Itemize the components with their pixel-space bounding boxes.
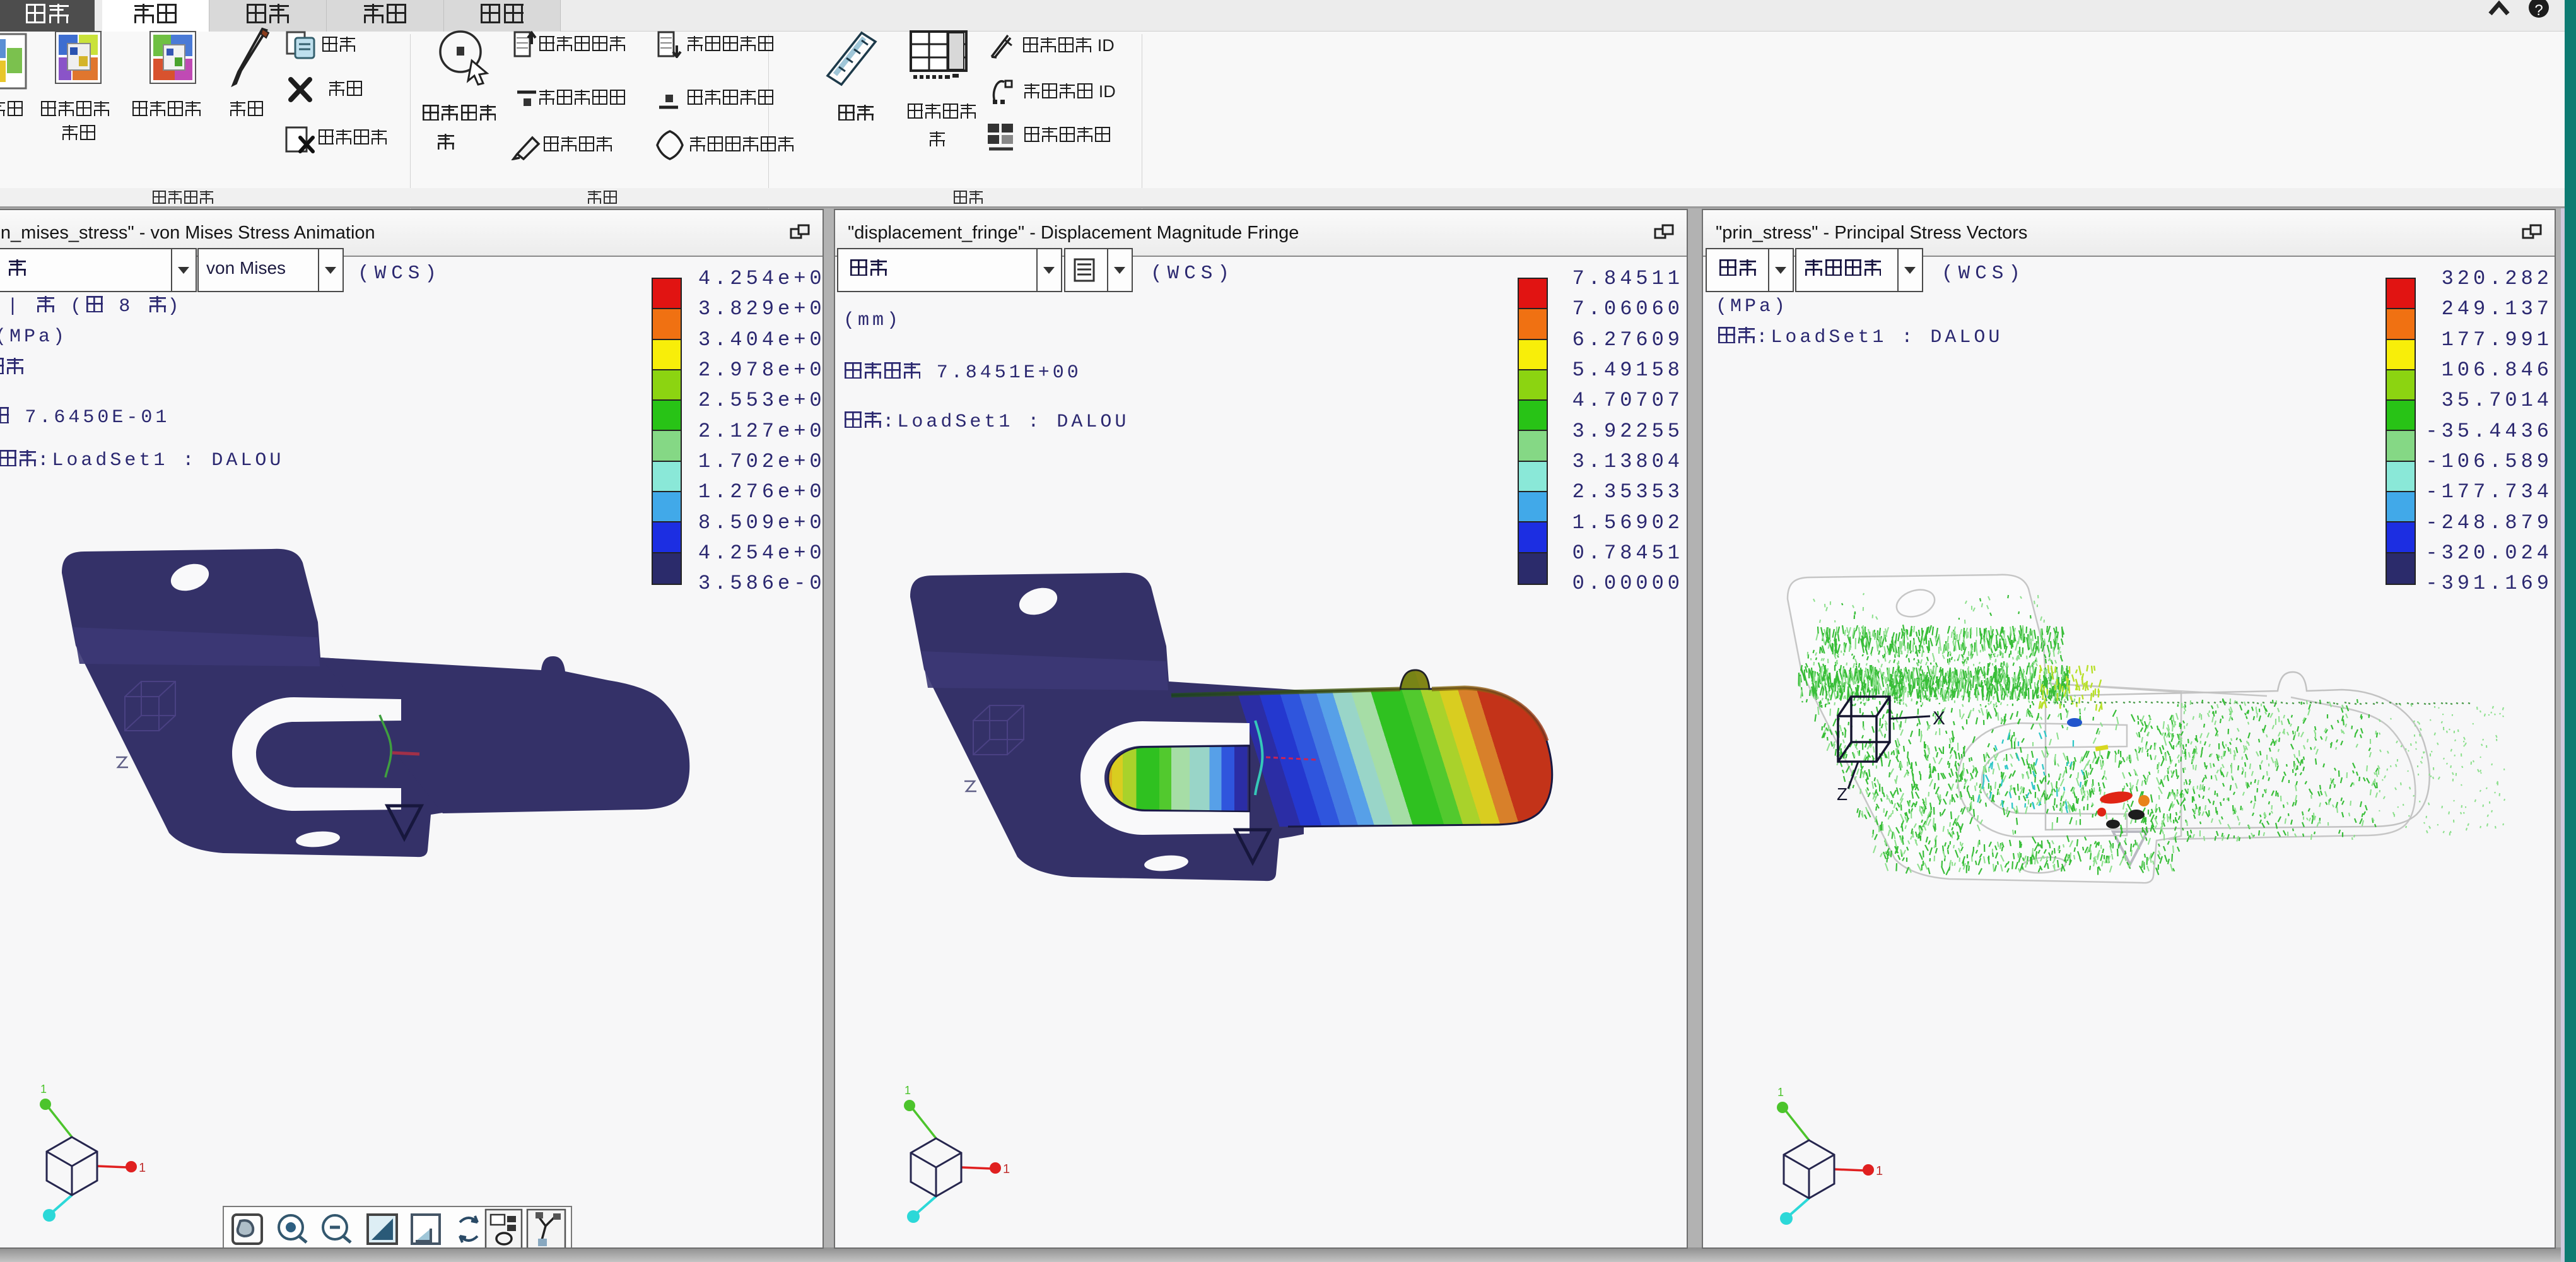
- svg-text:?: ?: [2534, 2, 2543, 19]
- svg-text:X: X: [1933, 708, 1945, 729]
- svg-text:Z: Z: [1837, 784, 1847, 804]
